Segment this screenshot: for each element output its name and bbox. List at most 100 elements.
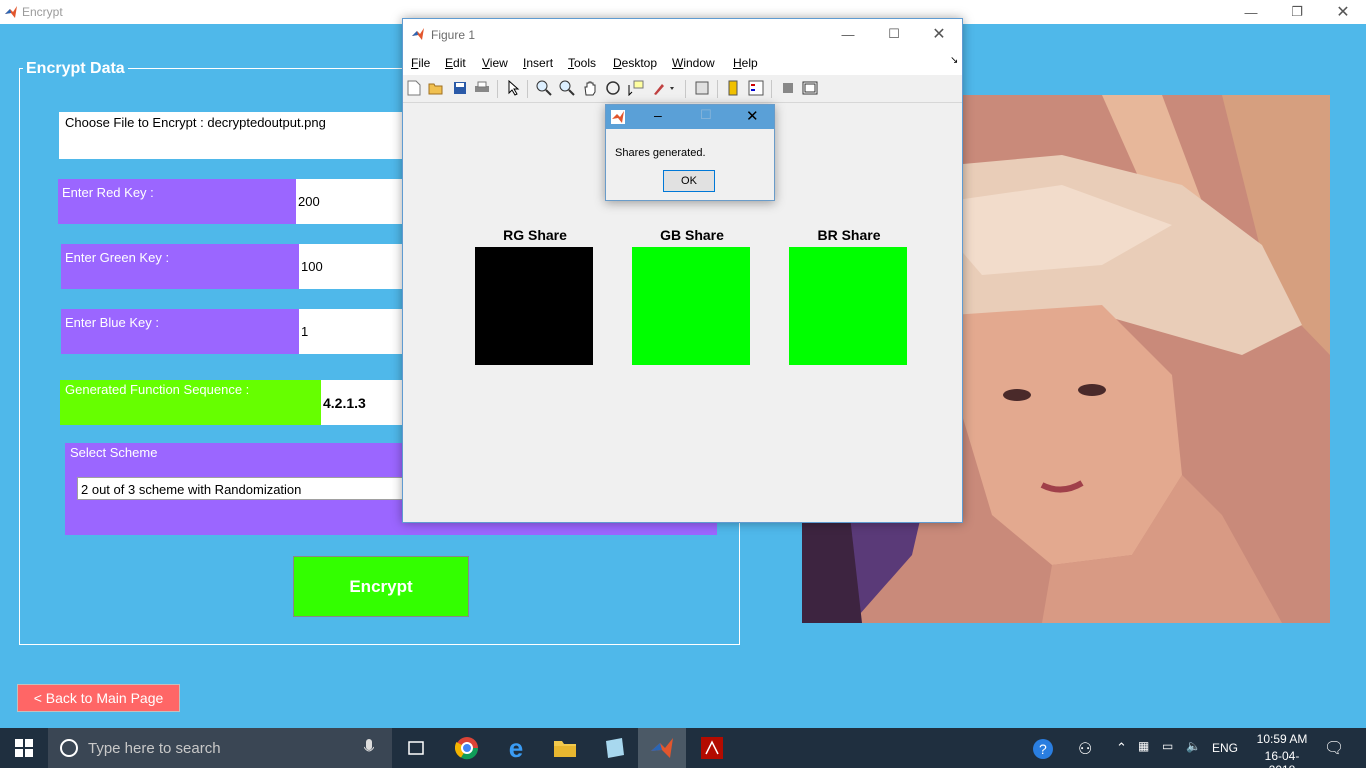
menu-view[interactable]: View: [482, 56, 508, 70]
show-plot-tools-icon[interactable]: [801, 79, 819, 97]
help-icon[interactable]: ?: [1032, 738, 1054, 763]
menu-window[interactable]: Window: [672, 56, 715, 70]
figure-minimize-button[interactable]: —: [825, 19, 871, 49]
panel-title: Encrypt Data: [23, 60, 128, 78]
sequence-value: 4.2.1.3: [321, 380, 404, 425]
dock-arrow-icon[interactable]: ↘: [950, 55, 958, 66]
matlab-taskbar-button[interactable]: [638, 728, 686, 768]
maximize-icon: ☐: [888, 26, 900, 41]
taskbar-search[interactable]: Type here to search: [48, 728, 392, 768]
close-button[interactable]: ✕: [1320, 0, 1366, 24]
clock[interactable]: 10:59 AM 16-04-2018: [1252, 732, 1312, 768]
green-key-input[interactable]: 100: [299, 244, 404, 289]
language-indicator[interactable]: ENG: [1212, 741, 1238, 755]
restore-button[interactable]: ❐: [1274, 0, 1320, 24]
hide-plot-tools-icon[interactable]: [779, 79, 797, 97]
matlab-app-icon: [4, 5, 18, 22]
dialog-titlebar: – ☐ ✕: [606, 105, 774, 129]
edge-icon: e: [508, 732, 524, 763]
br-share-image: [789, 247, 907, 365]
svg-text:?: ?: [1039, 741, 1047, 757]
sequence-label: Generated Function Sequence :: [60, 380, 321, 425]
microphone-icon[interactable]: [363, 739, 375, 760]
dialog-maximize-button: ☐: [700, 107, 712, 122]
menu-insert[interactable]: Insert: [523, 56, 553, 70]
dialog-minimize-button[interactable]: –: [654, 107, 662, 123]
menu-tools[interactable]: Tools: [568, 56, 596, 70]
rotate-3d-icon[interactable]: [604, 79, 622, 97]
menu-help[interactable]: Help: [733, 56, 758, 70]
rg-share-image: [475, 247, 593, 365]
menu-file[interactable]: File: [411, 56, 430, 70]
matlab-dialog-icon: [611, 110, 625, 127]
figure-titlebar: Figure 1 — ☐ ✕: [403, 19, 962, 49]
menu-desktop[interactable]: Desktop: [613, 56, 657, 70]
file-explorer-taskbar-button[interactable]: [541, 728, 589, 768]
scheme-selected-value: 2 out of 3 scheme with Randomization: [81, 482, 302, 497]
acrobat-icon: [701, 737, 723, 759]
gb-share-image: [632, 247, 750, 365]
folder-icon: [554, 741, 576, 757]
battery-icon[interactable]: ▭: [1162, 739, 1173, 753]
scheme-label: Select Scheme: [70, 445, 158, 460]
blue-key-label: Enter Blue Key :: [61, 309, 299, 354]
zoom-in-icon[interactable]: [535, 79, 553, 97]
close-icon: ✕: [932, 26, 946, 43]
file-chooser-field[interactable]: Choose File to Encrypt : decryptedoutput…: [59, 112, 404, 159]
network-icon[interactable]: ▦: [1138, 739, 1149, 753]
pan-hand-icon[interactable]: [581, 79, 599, 97]
encrypt-button[interactable]: Encrypt: [293, 556, 469, 617]
taskbar: Type here to search e ? ⚇ ⌃ ▦ ▭ 🔈 ENG 10…: [0, 728, 1366, 768]
minimize-button[interactable]: —: [1228, 0, 1274, 24]
edge-taskbar-button[interactable]: e: [492, 728, 540, 768]
notes-taskbar-button[interactable]: [590, 728, 638, 768]
message-dialog: – ☐ ✕ Shares generated. OK: [605, 104, 775, 201]
toolbar-separator: [527, 80, 528, 98]
data-cursor-icon[interactable]: [627, 79, 645, 97]
pdf-reader-taskbar-button[interactable]: [688, 728, 736, 768]
menu-edit[interactable]: Edit: [445, 56, 466, 70]
green-key-label: Enter Green Key :: [61, 244, 299, 289]
new-figure-icon[interactable]: [405, 79, 423, 97]
save-icon[interactable]: [451, 79, 469, 97]
start-button[interactable]: [0, 728, 48, 768]
br-share-title: BR Share: [817, 227, 881, 243]
dialog-close-button[interactable]: ✕: [746, 107, 759, 125]
restore-icon: ❐: [1291, 4, 1303, 19]
colorbar-icon[interactable]: [724, 79, 742, 97]
scheme-select[interactable]: 2 out of 3 scheme with Randomization: [77, 477, 407, 500]
people-icon[interactable]: ⚇: [1078, 739, 1092, 759]
task-view-icon: [408, 741, 424, 755]
matlab-icon: [651, 738, 673, 758]
back-to-main-button[interactable]: < Back to Main Page: [17, 684, 180, 712]
figure-toolbar: [403, 75, 962, 103]
chrome-taskbar-button[interactable]: [443, 728, 491, 768]
volume-muted-icon[interactable]: 🔈: [1186, 739, 1201, 753]
matlab-figure-icon: [411, 27, 425, 44]
task-view-button[interactable]: [392, 728, 440, 768]
search-placeholder: Type here to search: [88, 740, 221, 757]
red-key-input[interactable]: 200: [296, 179, 404, 224]
dialog-message: Shares generated.: [615, 147, 706, 159]
file-chooser-label: Choose File to Encrypt : decryptedoutput…: [65, 115, 326, 130]
print-icon[interactable]: [473, 79, 491, 97]
figure-maximize-button[interactable]: ☐: [871, 19, 917, 49]
brush-icon[interactable]: [651, 79, 677, 97]
link-plot-icon[interactable]: [693, 79, 711, 97]
chrome-icon: [455, 737, 479, 760]
figure-menubar: File Edit View Insert Tools Desktop Wind…: [403, 49, 962, 75]
zoom-out-icon[interactable]: [558, 79, 576, 97]
windows-icon: [15, 739, 33, 757]
select-arrow-icon[interactable]: [505, 79, 523, 97]
blue-key-input[interactable]: 1: [299, 309, 404, 354]
notifications-icon[interactable]: 🗨: [1324, 738, 1344, 758]
figure-close-button[interactable]: ✕: [916, 19, 962, 49]
minimize-icon: —: [1244, 4, 1258, 20]
toolbar-separator: [771, 80, 772, 98]
gb-share-title: GB Share: [660, 227, 724, 243]
open-file-icon[interactable]: [427, 79, 445, 97]
chevron-up-icon[interactable]: ⌃: [1116, 740, 1127, 756]
legend-icon[interactable]: [747, 79, 765, 97]
ok-button[interactable]: OK: [663, 170, 715, 192]
figure-window: Figure 1 — ☐ ✕ File Edit View Insert Too…: [402, 18, 963, 523]
